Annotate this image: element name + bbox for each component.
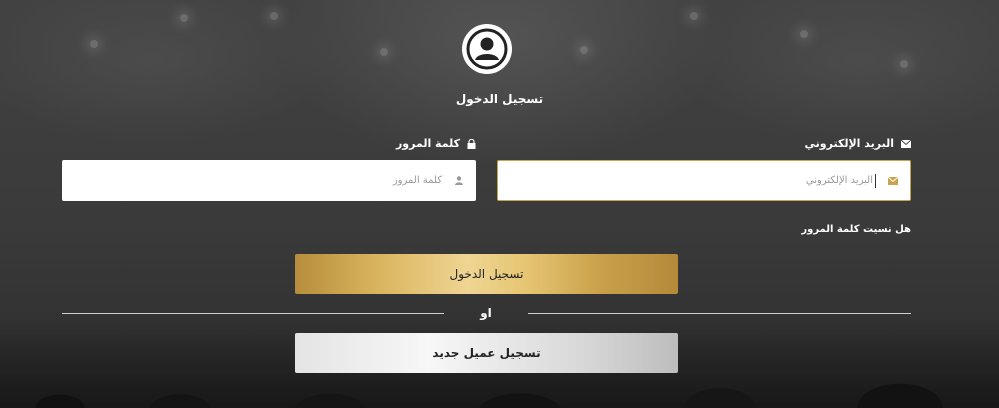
login-button[interactable]: تسجيل الدخول: [295, 254, 678, 294]
stage-light: [800, 30, 808, 38]
envelope-icon: [876, 161, 910, 200]
password-input[interactable]: [62, 160, 442, 201]
password-label: كلمة المرور: [396, 137, 477, 150]
password-field[interactable]: [62, 160, 476, 201]
stage-light: [580, 46, 588, 54]
divider-line: [62, 313, 444, 314]
register-button[interactable]: تسجيل عميل جديد: [295, 333, 678, 373]
stage-light: [90, 40, 98, 48]
forgot-password-link[interactable]: هل نسيت كلمة المرور: [801, 224, 911, 235]
lock-icon: [466, 138, 477, 149]
stage-light: [270, 12, 278, 20]
text-caret: [875, 173, 876, 188]
email-label: البريد الإلكتروني: [805, 137, 911, 150]
envelope-icon: [900, 138, 911, 149]
email-label-text: البريد الإلكتروني: [804, 137, 894, 150]
email-field[interactable]: [497, 160, 911, 201]
email-input[interactable]: [498, 161, 873, 200]
user-icon: [442, 160, 476, 201]
page-title: تسجيل الدخول: [455, 92, 544, 106]
password-label-text: كلمة المرور: [395, 137, 460, 150]
user-avatar-icon: [462, 24, 512, 74]
stage-light: [900, 60, 908, 68]
stage-light: [690, 12, 698, 20]
stage-light: [380, 48, 388, 56]
stage-light: [180, 14, 188, 22]
divider-line: [528, 313, 911, 314]
divider-text: او: [480, 306, 492, 320]
